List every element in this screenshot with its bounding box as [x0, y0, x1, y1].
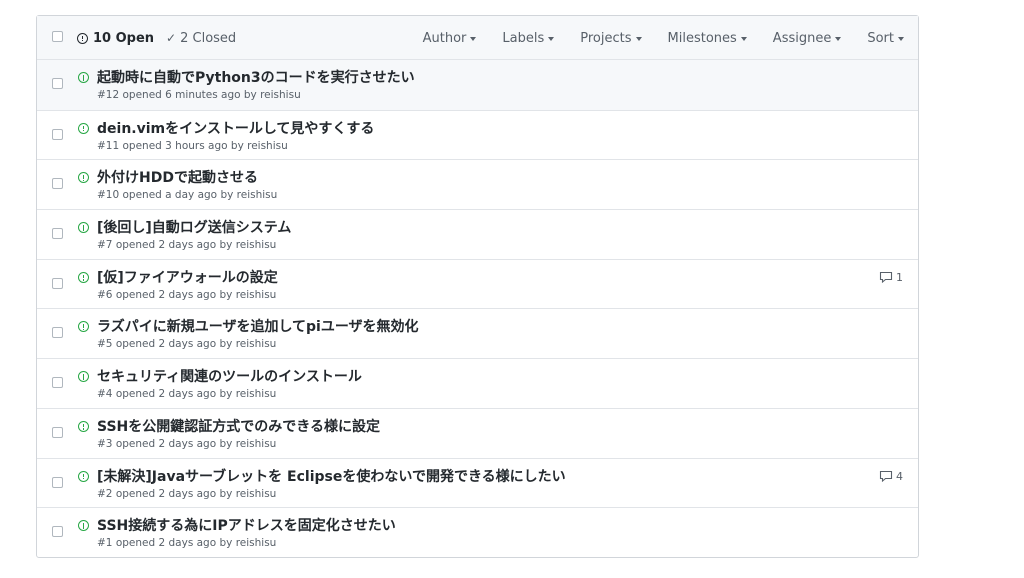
sort-filter[interactable]: Sort	[854, 31, 918, 46]
comment-count[interactable]: 1	[879, 271, 903, 284]
closed-issues-tab[interactable]: ✓ 2 Closed	[166, 31, 236, 46]
issue-opened-icon	[78, 72, 89, 83]
issue-opened-icon	[78, 122, 89, 134]
issue-title-link[interactable]: セキュリティ関連のツールのインストール	[97, 366, 362, 386]
issue-meta: #11 opened 3 hours ago by reishisu	[97, 139, 288, 152]
labels-filter-label: Labels	[502, 30, 545, 46]
issue-title-link[interactable]: ラズパイに新規ユーザを追加してpiユーザを無効化	[97, 316, 419, 336]
caret-down-icon	[548, 36, 555, 41]
projects-filter-label: Projects	[580, 30, 632, 46]
issue-checkbox[interactable]	[52, 228, 63, 240]
issue-opened-icon	[77, 32, 88, 44]
issue-checkbox[interactable]	[52, 377, 63, 389]
labels-filter[interactable]: Labels	[489, 31, 567, 46]
sort-filter-label: Sort	[867, 30, 894, 46]
issue-meta: #1 opened 2 days ago by reishisu	[97, 537, 277, 550]
assignee-filter[interactable]: Assignee	[760, 31, 855, 46]
issue-row[interactable]: SSHを公開鍵認証方式でのみできる様に設定 #3 opened 2 days ag…	[37, 407, 918, 458]
issue-meta: #5 opened 2 days ago by reishisu	[97, 338, 277, 351]
comment-icon	[879, 470, 893, 482]
issue-opened-icon	[78, 271, 89, 283]
caret-down-icon	[898, 36, 904, 41]
issue-opened-icon	[78, 520, 89, 532]
issue-checkbox[interactable]	[52, 426, 63, 438]
issue-checkbox[interactable]	[52, 128, 63, 140]
issue-meta: #2 opened 2 days ago by reishisu	[97, 487, 277, 500]
assignee-filter-label: Assignee	[772, 30, 832, 46]
issue-title-link[interactable]: SSH接続する為にIPアドレスを固定化させたい	[97, 515, 396, 535]
issue-checkbox[interactable]	[52, 178, 63, 190]
issue-checkbox[interactable]	[52, 526, 63, 538]
author-filter[interactable]: Author	[410, 31, 490, 46]
issue-row[interactable]: ラズパイに新規ユーザを追加してpiユーザを無効化 #5 opened 2 days…	[37, 308, 918, 358]
issues-list: 10 Open ✓ 2 Closed Author Labels Project…	[36, 15, 919, 558]
issue-title-link[interactable]: [未解決]Javaサーブレットを Eclipseを使わないで開発できる様にしたい	[97, 466, 566, 486]
issue-title-link[interactable]: 外付けHDDで起動させる	[97, 167, 258, 187]
comment-icon	[879, 272, 893, 284]
issue-row[interactable]: 起動時に自動でPython3のコードを実行させたい #12 opened 6 mi…	[37, 60, 918, 110]
caret-down-icon	[470, 36, 477, 41]
issue-title-link[interactable]: SSHを公開鍵認証方式でのみできる様に設定	[97, 416, 380, 436]
milestones-filter[interactable]: Milestones	[655, 31, 760, 46]
comment-count-value: 4	[896, 469, 903, 483]
issue-rows: 起動時に自動でPython3のコードを実行させたい #12 opened 6 mi…	[37, 60, 918, 557]
comment-count-value: 1	[896, 270, 903, 284]
comment-count[interactable]: 4	[879, 470, 903, 483]
issue-meta: #12 opened 6 minutes ago by reishisu	[97, 89, 301, 101]
closed-count-label: 2 Closed	[180, 30, 237, 46]
issue-meta: #4 opened 2 days ago by reishisu	[97, 388, 277, 401]
issue-meta: #7 opened 2 days ago by reishisu	[97, 239, 277, 252]
caret-down-icon	[635, 36, 642, 41]
issue-checkbox[interactable]	[52, 78, 63, 89]
issue-row[interactable]: dein.vimをインストールして見やすくする #11 opened 3 hour…	[37, 109, 918, 160]
issue-title-link[interactable]: 起動時に自動でPython3のコードを実行させたい	[97, 67, 415, 87]
issue-meta: #10 opened a day ago by reishisu	[97, 189, 278, 202]
open-issues-tab[interactable]: 10 Open	[77, 31, 154, 46]
issue-row[interactable]: SSH接続する為にIPアドレスを固定化させたい #1 opened 2 days …	[37, 507, 918, 557]
issue-opened-icon	[78, 420, 89, 432]
issue-row[interactable]: [仮]ファイアウォールの設定 #6 opened 2 days ago by re…	[37, 258, 918, 309]
select-all-checkbox[interactable]	[52, 31, 63, 42]
issue-title-link[interactable]: [仮]ファイアウォールの設定	[97, 267, 278, 287]
issue-opened-icon	[78, 470, 89, 482]
author-filter-label: Author	[422, 30, 467, 46]
issue-opened-icon	[78, 371, 89, 383]
issue-checkbox[interactable]	[52, 476, 63, 488]
state-filters: 10 Open ✓ 2 Closed	[77, 16, 236, 60]
issue-checkbox[interactable]	[52, 277, 63, 289]
issue-row[interactable]: [後回し]自動ログ送信システム #7 opened 2 days ago by r…	[37, 209, 918, 259]
issue-opened-icon	[78, 172, 89, 184]
issues-header: 10 Open ✓ 2 Closed Author Labels Project…	[37, 16, 918, 60]
issue-row[interactable]: [未解決]Javaサーブレットを Eclipseを使わないで開発できる様にしたい…	[37, 457, 918, 508]
filter-menus: Author Labels Projects Milestones Assign…	[410, 16, 918, 60]
issue-title-link[interactable]: [後回し]自動ログ送信システム	[97, 217, 291, 237]
caret-down-icon	[740, 36, 747, 41]
caret-down-icon	[835, 36, 842, 41]
issue-row[interactable]: 外付けHDDで起動させる #10 opened a day ago by reis…	[37, 159, 918, 209]
issue-opened-icon	[78, 321, 89, 333]
open-count-label: 10 Open	[93, 30, 155, 46]
milestones-filter-label: Milestones	[667, 30, 737, 46]
issue-title-link[interactable]: dein.vimをインストールして見やすくする	[97, 118, 374, 138]
issue-row[interactable]: セキュリティ関連のツールのインストール #4 opened 2 days ago …	[37, 358, 918, 408]
issue-opened-icon	[78, 222, 89, 234]
issue-meta: #6 opened 2 days ago by reishisu	[97, 288, 277, 301]
issue-meta: #3 opened 2 days ago by reishisu	[97, 437, 277, 450]
issue-checkbox[interactable]	[52, 327, 63, 339]
projects-filter[interactable]: Projects	[567, 31, 654, 46]
check-icon: ✓	[166, 31, 177, 45]
